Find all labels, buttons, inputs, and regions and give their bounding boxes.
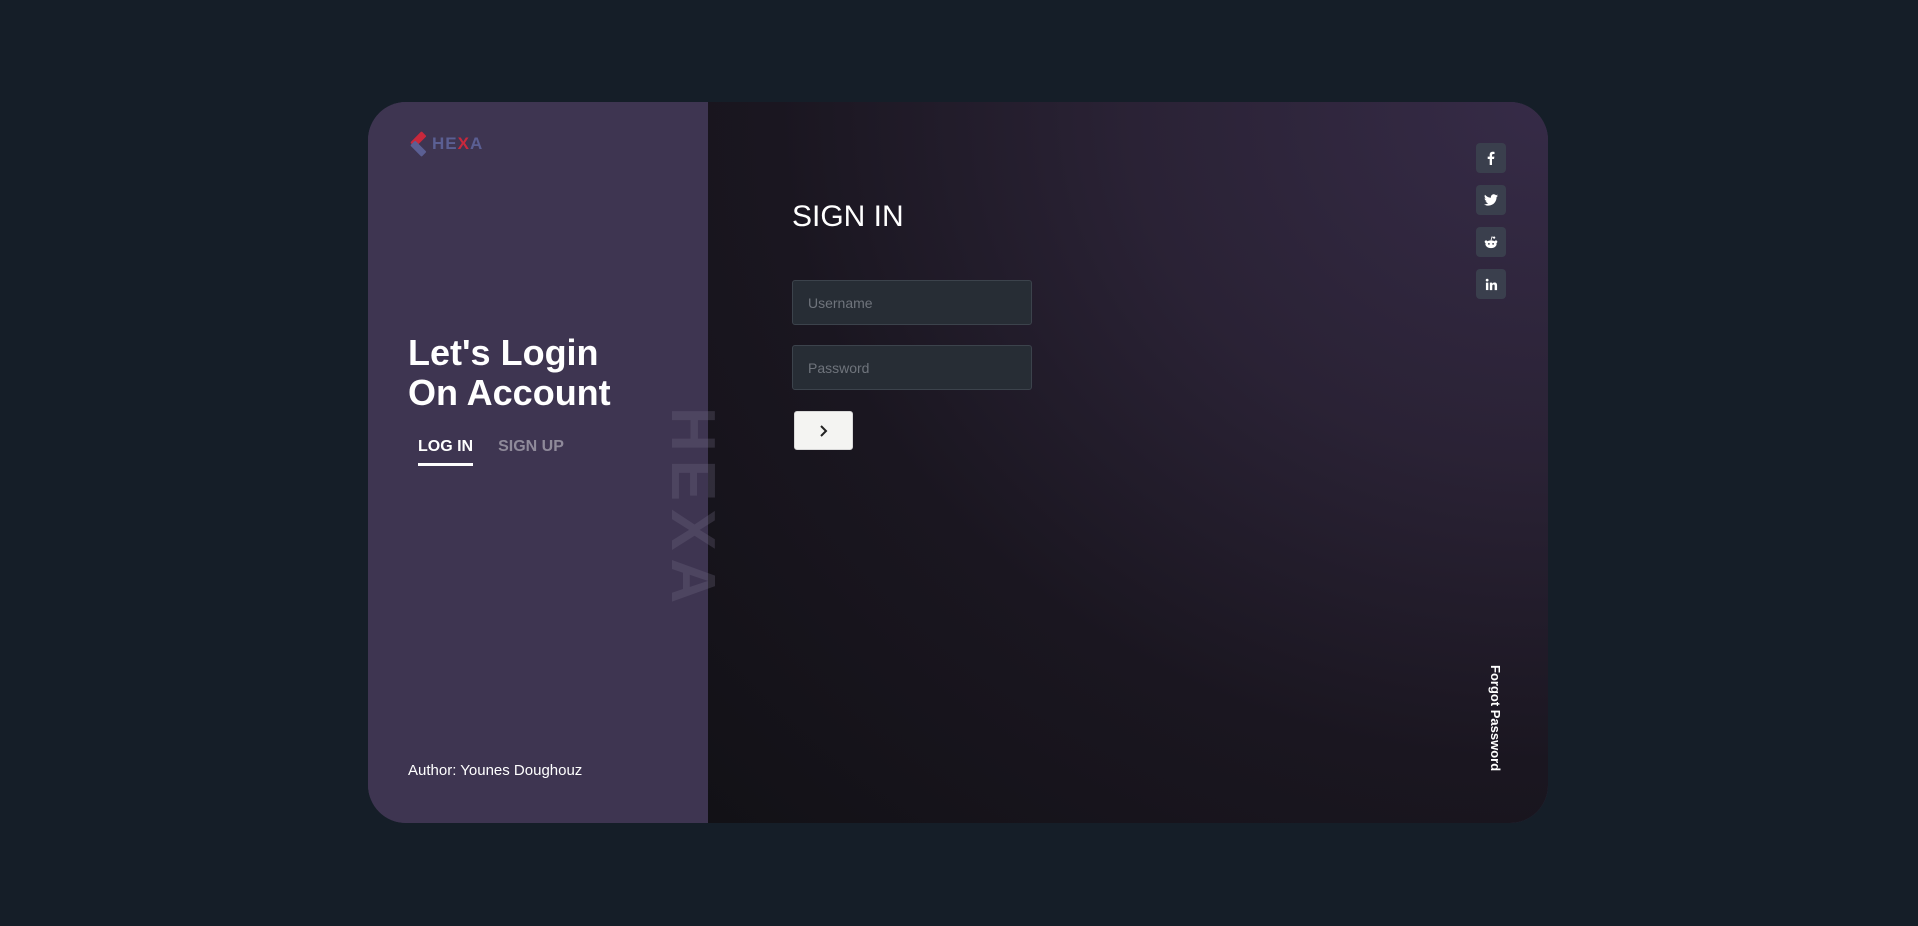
author-credit: Author: Younes Doughouz <box>408 762 583 779</box>
submit-button[interactable] <box>794 411 853 450</box>
hexa-logo-icon <box>410 131 427 157</box>
sign-in-title: SIGN IN <box>792 200 904 233</box>
twitter-icon[interactable] <box>1476 185 1506 215</box>
headline-line-1: Let's Login <box>408 332 599 373</box>
headline-line-2: On Account <box>408 372 611 413</box>
logo-text: HEXA <box>432 134 484 153</box>
social-links <box>1476 143 1506 299</box>
login-card: HEXA Let's Login On Account LOG IN SIGN … <box>368 102 1548 823</box>
forgot-password-link[interactable]: Forgot Password <box>1488 665 1503 771</box>
tab-log-in[interactable]: LOG IN <box>418 438 474 466</box>
hexa-watermark: HEXA <box>658 407 727 612</box>
auth-tabs: LOG IN SIGN UP <box>418 438 564 466</box>
chevron-right-icon <box>819 424 827 437</box>
reddit-icon[interactable] <box>1476 227 1506 257</box>
tab-sign-up[interactable]: SIGN UP <box>498 438 564 466</box>
left-panel: HEXA Let's Login On Account LOG IN SIGN … <box>368 102 708 823</box>
linkedin-icon[interactable] <box>1476 269 1506 299</box>
facebook-icon[interactable] <box>1476 143 1506 173</box>
right-panel: HEXA SIGN IN Username Forgot Password <box>658 102 1548 823</box>
page-headline: Let's Login On Account <box>408 333 611 413</box>
username-input[interactable] <box>792 280 1032 325</box>
password-input[interactable] <box>792 345 1032 390</box>
hexa-logo[interactable]: HEXA <box>408 130 483 158</box>
